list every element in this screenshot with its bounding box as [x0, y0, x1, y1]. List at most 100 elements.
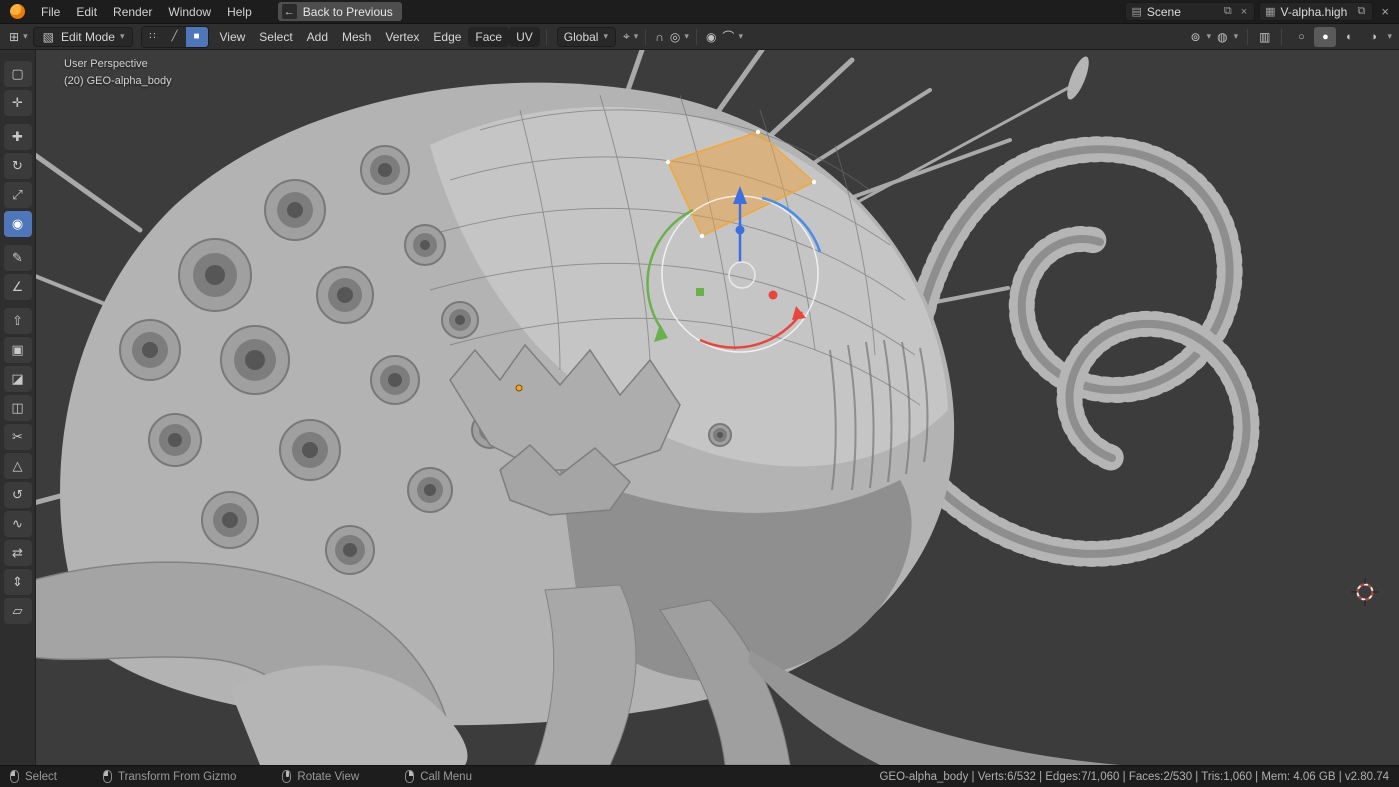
tool-extrude-region[interactable]: ⇧ — [4, 308, 32, 334]
viewport-scene — [0, 50, 1399, 765]
overlays-caret-icon: ▾ — [1233, 31, 1240, 42]
perspective-label: User Perspective — [64, 56, 172, 73]
scene-name: Scene — [1147, 5, 1217, 19]
tool-poly-build[interactable]: △ — [4, 453, 32, 479]
tool-rotate[interactable]: ↻ — [4, 153, 32, 179]
mode-dropdown[interactable]: ▧ Edit Mode ▾ — [33, 27, 133, 47]
viewport-text-overlay: User Perspective (20) GEO-alpha_body — [64, 56, 172, 90]
tool-bevel[interactable]: ◪ — [4, 366, 32, 392]
hint-label: Rotate View — [297, 771, 359, 783]
shading-rendered-button[interactable]: ◑ — [1362, 27, 1384, 47]
shading-material-button[interactable]: ◐ — [1338, 27, 1360, 47]
remove-view-layer-icon[interactable]: × — [1377, 4, 1393, 19]
shading-solid-button[interactable]: ● — [1314, 27, 1336, 47]
view-layer-name: V-alpha.high — [1281, 5, 1351, 19]
status-hint-select: Select — [10, 770, 57, 783]
status-bar: Select Transform From Gizmo Rotate View … — [0, 765, 1399, 787]
tool-knife[interactable]: ✂ — [4, 424, 32, 450]
xray-toggle-icon[interactable]: ▥ — [1256, 30, 1273, 44]
mouse-right-icon — [405, 770, 414, 783]
pivot-point-icon[interactable]: ⌖ — [620, 29, 633, 44]
pivot-caret-icon: ▾ — [633, 31, 640, 42]
menu-window[interactable]: Window — [160, 3, 219, 21]
status-hint-rotate-view: Rotate View — [282, 770, 359, 783]
view-layer-icon: ▦ — [1265, 5, 1275, 18]
menu-view[interactable]: View — [213, 27, 253, 47]
new-scene-icon[interactable]: ⧉ — [1222, 5, 1234, 18]
menu-uv[interactable]: UV — [509, 27, 540, 47]
blender-window: File Edit Render Window Help ← Back to P… — [0, 0, 1399, 787]
mouse-middle-icon — [282, 770, 291, 783]
hint-label: Transform From Gizmo — [118, 771, 236, 783]
hint-label: Select — [25, 771, 57, 783]
object-origin-dot — [516, 385, 522, 391]
tool-loop-cut[interactable]: ◫ — [4, 395, 32, 421]
back-arrow-icon: ← — [282, 4, 297, 19]
vertex-select-button[interactable]: ∷ — [142, 27, 164, 47]
menu-edit[interactable]: Edit — [68, 3, 105, 21]
tool-spin[interactable]: ↺ — [4, 482, 32, 508]
overlays-toggle-icon[interactable]: ◍ — [1214, 30, 1230, 44]
status-hint-call-menu: Call Menu — [405, 770, 472, 783]
shading-caret-icon: ▾ — [1386, 31, 1393, 42]
menu-face[interactable]: Face — [468, 27, 509, 47]
menu-help[interactable]: Help — [219, 3, 260, 21]
editor-type-caret-icon: ▾ — [22, 31, 29, 42]
tool-select-box[interactable]: ▢ — [4, 61, 32, 87]
snap-caret-icon: ▾ — [683, 31, 690, 42]
tool-transform[interactable]: ◉ — [4, 211, 32, 237]
tool-edge-slide[interactable]: ⇄ — [4, 540, 32, 566]
menu-select[interactable]: Select — [252, 27, 299, 47]
shading-wireframe-button[interactable]: ○ — [1290, 27, 1312, 47]
tool-smooth[interactable]: ∿ — [4, 511, 32, 537]
topbar: File Edit Render Window Help ← Back to P… — [0, 0, 1399, 24]
tool-shrink-fatten[interactable]: ⇕ — [4, 569, 32, 595]
mode-label: Edit Mode — [61, 30, 115, 44]
view-layer-selector[interactable]: ▦ V-alpha.high ⧉ — [1259, 2, 1373, 21]
blender-logo-icon[interactable] — [10, 4, 25, 19]
header-right: ⊚ ▾ ◍ ▾ ▥ ○ ● ◐ ◑ ▾ — [1188, 27, 1393, 47]
edit-mode-icon: ▧ — [40, 30, 57, 44]
proportional-falloff-icon[interactable]: ⌒ — [719, 28, 737, 45]
status-hint-transform: Transform From Gizmo — [103, 770, 236, 783]
back-button-label: Back to Previous — [303, 5, 393, 19]
back-to-previous-button[interactable]: ← Back to Previous — [278, 2, 402, 21]
mode-caret-icon: ▾ — [119, 31, 126, 42]
gizmos-caret-icon: ▾ — [1206, 31, 1213, 42]
unlink-scene-icon[interactable]: × — [1239, 6, 1249, 18]
active-object-label: (20) GEO-alpha_body — [64, 73, 172, 90]
tool-shelf: ▢ ✛ ✚ ↻ ⤢ ◉ ✎ ∠ ⇧ ▣ ◪ ◫ ✂ △ ↺ ∿ ⇄ ⇕ ▱ — [0, 50, 36, 765]
3d-viewport[interactable]: ▢ ✛ ✚ ↻ ⤢ ◉ ✎ ∠ ⇧ ▣ ◪ ◫ ✂ △ ↺ ∿ ⇄ ⇕ ▱ Us… — [0, 50, 1399, 765]
snap-target-icon[interactable]: ◎ — [667, 30, 683, 44]
menu-render[interactable]: Render — [105, 3, 160, 21]
proportional-editing-icon[interactable]: ◉ — [703, 30, 719, 44]
tool-cursor[interactable]: ✛ — [4, 90, 32, 116]
scene-selector[interactable]: ▤ Scene ⧉ × — [1125, 2, 1255, 21]
viewport-header: ⊞ ▾ ▧ Edit Mode ▾ ∷ ╱ ■ View Select Add … — [0, 24, 1399, 50]
menu-vertex[interactable]: Vertex — [378, 27, 426, 47]
new-view-layer-icon[interactable]: ⧉ — [1356, 5, 1368, 18]
snap-toggle-icon[interactable]: ∩ — [652, 30, 667, 44]
orientation-caret-icon: ▾ — [602, 31, 609, 42]
tool-shear[interactable]: ▱ — [4, 598, 32, 624]
tool-annotate[interactable]: ✎ — [4, 245, 32, 271]
menu-add[interactable]: Add — [300, 27, 335, 47]
falloff-caret-icon: ▾ — [737, 31, 744, 42]
edge-select-button[interactable]: ╱ — [164, 27, 186, 47]
menu-edge[interactable]: Edge — [426, 27, 468, 47]
tool-move[interactable]: ✚ — [4, 124, 32, 150]
tool-scale[interactable]: ⤢ — [4, 182, 32, 208]
face-select-button[interactable]: ■ — [186, 27, 208, 47]
menu-file[interactable]: File — [33, 3, 68, 21]
tool-measure[interactable]: ∠ — [4, 274, 32, 300]
tool-inset-faces[interactable]: ▣ — [4, 337, 32, 363]
editor-type-icon[interactable]: ⊞ — [6, 30, 22, 44]
scene-statistics: GEO-alpha_body | Verts:6/532 | Edges:7/1… — [879, 771, 1389, 783]
scene-icon: ▤ — [1131, 5, 1141, 18]
menu-mesh[interactable]: Mesh — [335, 27, 378, 47]
mouse-left-drag-icon — [103, 770, 112, 783]
hint-label: Call Menu — [420, 771, 472, 783]
transform-orientation-dropdown[interactable]: Global ▾ — [557, 27, 616, 47]
topbar-right: ▤ Scene ⧉ × ▦ V-alpha.high ⧉ × — [1125, 2, 1393, 21]
viewport-gizmos-icon[interactable]: ⊚ — [1188, 30, 1204, 44]
